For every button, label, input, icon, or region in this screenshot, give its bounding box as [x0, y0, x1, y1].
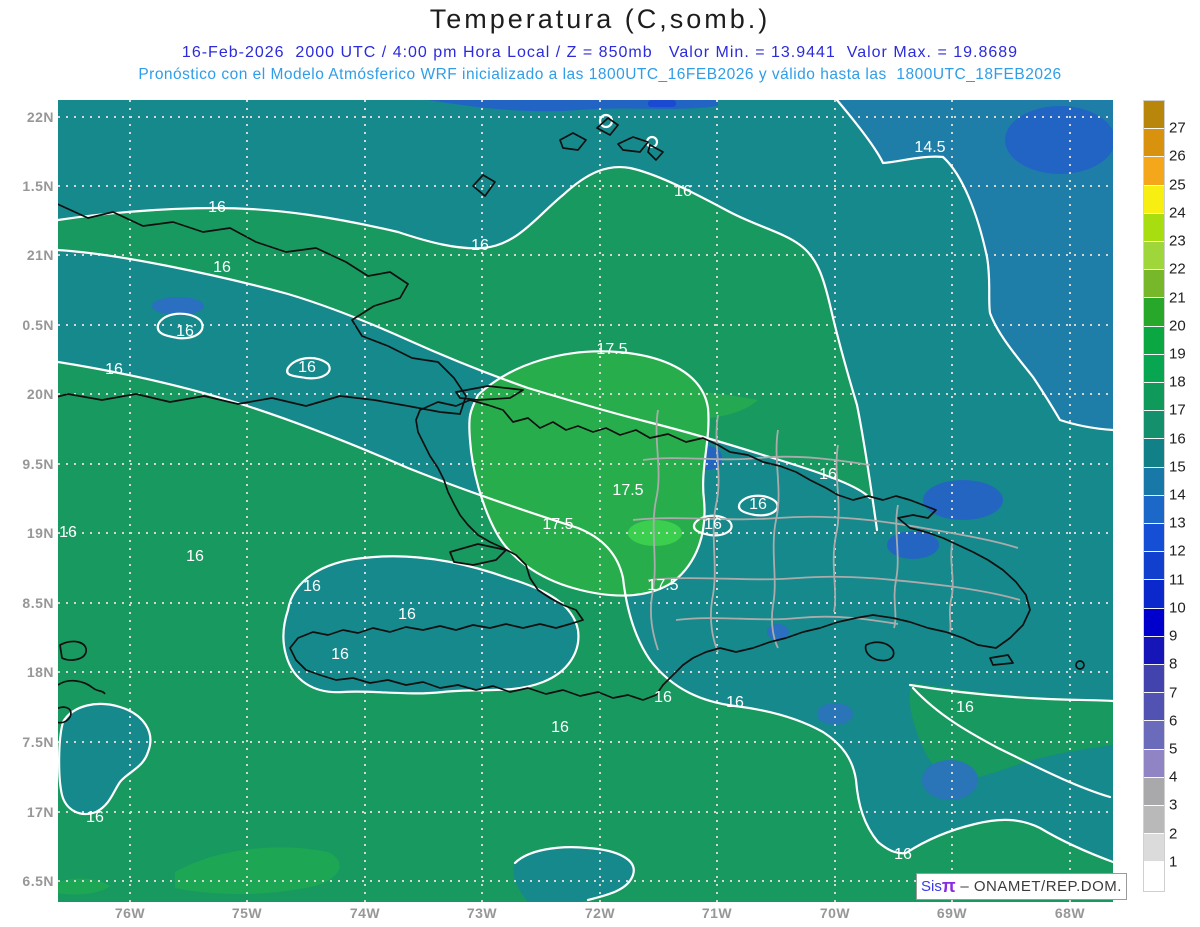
colorbar-tick-label: 6 — [1169, 712, 1178, 730]
credit-separator: – — [955, 878, 974, 895]
lon-tick-label: 72W — [584, 905, 616, 921]
colorbar-cell — [1144, 439, 1164, 468]
lat-tick-label: 19N — [26, 525, 54, 541]
colorbar-tick-label: 12 — [1169, 542, 1186, 560]
page-title: Temperatura (C,somb.) — [429, 4, 771, 34]
lat-tick-label: 21N — [26, 247, 54, 263]
colorbar-tick-label: 2 — [1169, 825, 1178, 843]
colorbar-cell — [1144, 213, 1164, 243]
colorbar-tick-label: 4 — [1169, 768, 1178, 786]
colorbar-tick-label: 5 — [1169, 740, 1178, 758]
fill-blue-se-sea-1 — [817, 703, 853, 725]
colorbar-cell — [1144, 157, 1164, 186]
lat-tick-label: 6.5N — [22, 873, 54, 889]
colorbar-tick-label: 10 — [1169, 599, 1186, 617]
fill-blue-cuba-patch — [152, 297, 204, 315]
colorbar-tick-label: 27 — [1169, 119, 1186, 137]
colorbar-cell — [1144, 185, 1164, 214]
colorbar-cell — [1144, 806, 1164, 835]
colorbar-tick-label: 21 — [1169, 289, 1186, 306]
colorbar-tick-label: 25 — [1169, 176, 1186, 194]
colorbar-cell — [1144, 524, 1164, 553]
colorbar-cell — [1144, 834, 1164, 863]
colorbar-cell — [1144, 862, 1164, 891]
colorbar-tick-label: 15 — [1169, 458, 1186, 476]
lat-tick-label: 17N — [26, 804, 54, 820]
credit-box: Sis π – ONAMET/REP.DOM. — [916, 873, 1127, 900]
colorbar-cell — [1144, 326, 1164, 355]
lon-tick-label: 76W — [114, 905, 146, 921]
lat-tick-label: 9.5N — [22, 456, 54, 472]
colorbar-cell — [1144, 636, 1164, 666]
colorbar-cell — [1144, 242, 1164, 271]
colorbar-cell — [1144, 608, 1164, 637]
colorbar-tick-label: 14 — [1169, 486, 1186, 504]
subtitle-validtime: 16-Feb-2026 2000 UTC / 4:00 pm Hora Loca… — [181, 44, 1019, 61]
colorbar-cell — [1144, 749, 1164, 778]
weather-map-page: Temperatura (C,somb.) 16-Feb-2026 2000 U… — [0, 0, 1200, 927]
colorbar-cell — [1144, 129, 1164, 158]
colorbar-cell — [1144, 354, 1164, 384]
fill-blue-deep-top — [648, 100, 676, 107]
colorbar-tick-label: 26 — [1169, 147, 1186, 165]
colorbar-tick-label: 13 — [1169, 514, 1186, 532]
temperature-contour-map — [58, 100, 1113, 902]
lat-tick-label: 18N — [26, 664, 54, 680]
colorbar-cell — [1144, 552, 1164, 581]
colorbar-tick-label: 7 — [1169, 684, 1178, 701]
lon-tick-label: 71W — [701, 905, 733, 921]
colorbar-cell — [1144, 467, 1164, 496]
colorbar-tick-label: 9 — [1169, 627, 1178, 645]
colorbar-cell — [1144, 693, 1164, 722]
colorbar-cell — [1144, 721, 1164, 750]
fill-green18-hotspot — [628, 520, 682, 546]
credit-pi-icon: π — [941, 876, 956, 896]
lat-tick-label: 0.5N — [22, 317, 54, 333]
colorbar-cell — [1144, 411, 1164, 440]
colorbar-tick-label: 20 — [1169, 317, 1186, 335]
colorbar-tick-label: 17 — [1169, 401, 1186, 419]
lat-tick-label: 1.5N — [22, 178, 54, 194]
colorbar-tick-label: 18 — [1169, 373, 1186, 391]
lat-tick-label: 8.5N — [22, 595, 54, 611]
temperature-colorbar — [1143, 100, 1165, 892]
colorbar-tick-label: 11 — [1169, 571, 1185, 589]
colorbar-cell — [1144, 580, 1164, 609]
map-plot-area: 16 16 16 16 16 16 16 16 16 16 16 16 16 16 16 16 16 16 16 16… — [58, 100, 1113, 902]
colorbar-cell — [1144, 383, 1164, 412]
fill-blue-se-sea-2 — [922, 760, 978, 800]
lat-tick-label: 20N — [26, 386, 54, 402]
credit-sis: Sis — [921, 878, 942, 895]
colorbar-tick-label: 3 — [1169, 796, 1178, 814]
lon-tick-label: 68W — [1054, 905, 1086, 921]
lon-tick-label: 70W — [819, 905, 851, 921]
lon-tick-label: 75W — [231, 905, 263, 921]
lon-tick-label: 74W — [349, 905, 381, 921]
colorbar-tick-label: 22 — [1169, 260, 1186, 278]
lon-tick-label: 73W — [466, 905, 498, 921]
colorbar-tick-label: 19 — [1169, 345, 1186, 363]
fill-blue-dr-2 — [887, 531, 939, 559]
colorbar-tick-label: 8 — [1169, 655, 1178, 673]
colorbar-tick-label: 16 — [1169, 430, 1186, 448]
colorbar-tick-label: 24 — [1169, 204, 1186, 222]
colorbar-cell — [1144, 101, 1164, 130]
lat-tick-label: 7.5N — [22, 734, 54, 750]
subtitle-model-info: Pronóstico con el Modelo Atmósferico WRF… — [138, 66, 1062, 83]
colorbar-cell — [1144, 270, 1164, 299]
fill-blue-dr-1 — [923, 480, 1003, 520]
colorbar-cell — [1144, 665, 1164, 694]
lon-tick-label: 69W — [936, 905, 968, 921]
colorbar-cell — [1144, 298, 1164, 327]
lat-tick-label: 22N — [26, 109, 54, 125]
colorbar-tick-label: 23 — [1169, 232, 1186, 250]
colorbar-cell — [1144, 777, 1164, 807]
colorbar-cell — [1144, 495, 1164, 525]
colorbar-tick-label: 1 — [1169, 853, 1178, 871]
credit-org: ONAMET/REP.DOM. — [973, 878, 1122, 895]
